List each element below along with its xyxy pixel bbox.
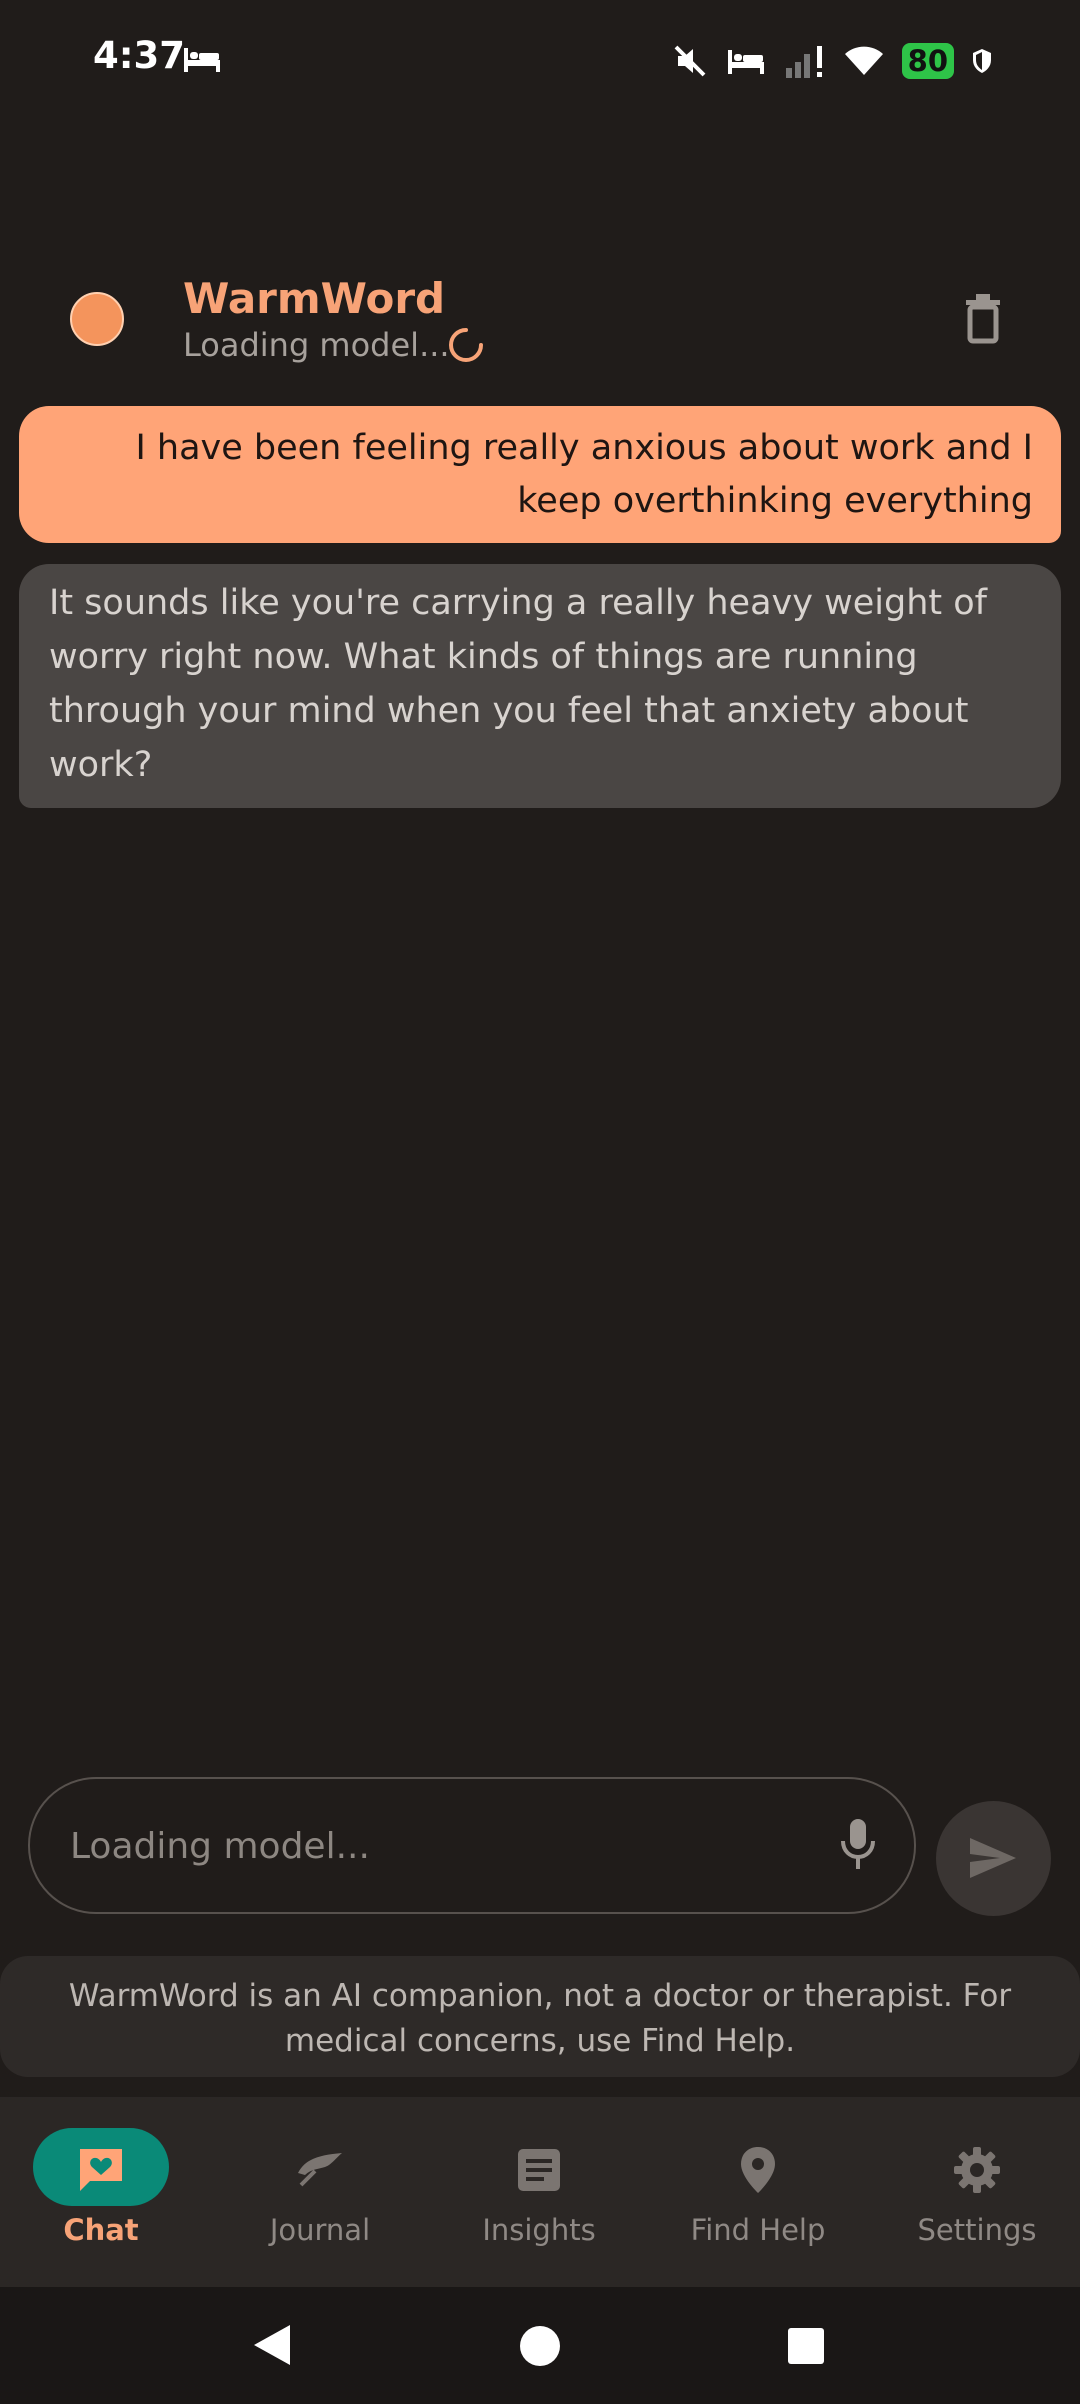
nav-item-journal[interactable]: Journal: [219, 2097, 435, 2287]
back-icon[interactable]: [252, 2323, 292, 2367]
settings-icon: [954, 2147, 1000, 2193]
nav-label-chat: Chat: [63, 2213, 139, 2247]
app-logo-icon: [70, 292, 124, 346]
delete-chat-button[interactable]: [958, 292, 1008, 344]
bed-icon: [727, 50, 764, 74]
nav-item-insights[interactable]: Insights: [438, 2097, 654, 2287]
nav-item-settings[interactable]: Settings: [876, 2097, 1080, 2287]
nav-item-chat[interactable]: Chat: [0, 2097, 216, 2287]
shield-icon: [973, 49, 991, 73]
send-icon: [970, 1838, 1016, 1878]
nav-label-insights: Insights: [482, 2213, 596, 2247]
wifi-icon: [844, 46, 883, 75]
nav-label-find-help: Find Help: [690, 2213, 826, 2247]
nav-item-find-help[interactable]: Find Help: [657, 2097, 873, 2287]
user-message: I have been feeling really anxious about…: [19, 406, 1061, 543]
battery-indicator: 80: [901, 43, 954, 79]
message-input[interactable]: [68, 1809, 812, 1883]
assistant-message: It sounds like you're carrying a really …: [19, 564, 1061, 808]
app-title: WarmWord: [183, 274, 446, 323]
nav-label-settings: Settings: [917, 2213, 1037, 2247]
chat-icon: [80, 2149, 122, 2191]
microphone-button[interactable]: [838, 1817, 878, 1873]
app-header: WarmWord Loading model...: [0, 250, 1080, 390]
status-bar: 4:37 80: [0, 0, 1080, 120]
signal-icon: [785, 46, 822, 78]
loading-spinner-icon: [449, 328, 483, 362]
status-icons: 80: [672, 40, 992, 82]
location-icon: [741, 2147, 775, 2193]
system-navigation-bar: [0, 2287, 1080, 2404]
bottom-navigation: Chat Journal Insights Find Help Settings: [0, 2097, 1080, 2287]
send-button[interactable]: [936, 1801, 1051, 1916]
recents-icon[interactable]: [787, 2327, 825, 2365]
status-time: 4:37: [93, 34, 186, 77]
home-icon[interactable]: [519, 2325, 561, 2367]
insights-icon: [518, 2149, 560, 2191]
journal-icon: [298, 2153, 342, 2187]
mute-icon: [674, 45, 706, 77]
bed-icon: [184, 48, 220, 72]
message-composer: [28, 1777, 916, 1914]
nav-label-journal: Journal: [269, 2213, 371, 2247]
model-status: Loading model...: [183, 326, 450, 364]
disclaimer: WarmWord is an AI companion, not a docto…: [0, 1956, 1080, 2077]
